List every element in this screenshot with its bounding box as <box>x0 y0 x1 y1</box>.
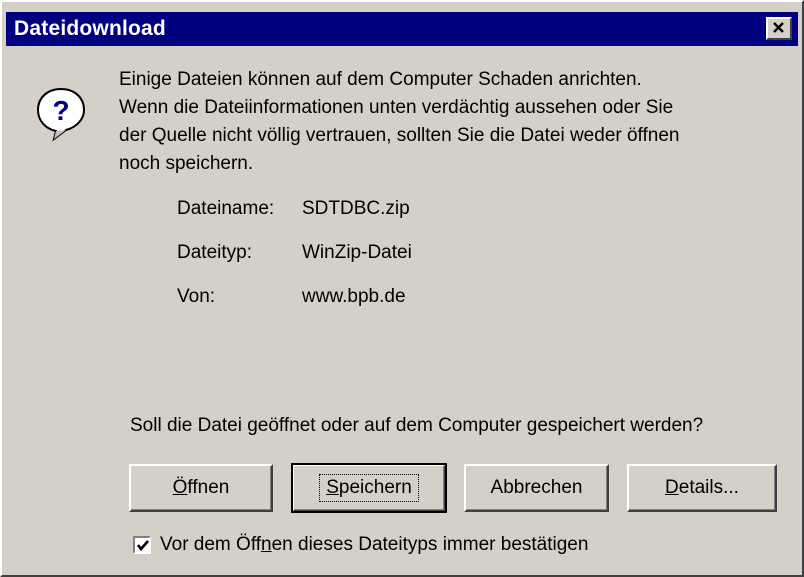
warning-line: Einige Dateien können auf dem Computer S… <box>119 69 642 90</box>
cancel-button-label: Abbrechen <box>490 477 583 498</box>
save-button-label: Speichern <box>319 474 419 502</box>
filetype-label: Dateityp: <box>177 242 252 263</box>
always-confirm-label: Vor dem Öffnen dieses Dateityps immer be… <box>160 534 589 555</box>
always-confirm-checkbox[interactable] <box>133 536 151 554</box>
warning-line: noch speichern. <box>119 153 254 174</box>
warning-message: Einige Dateien können auf dem Computer S… <box>119 66 779 178</box>
details-button[interactable]: Details... <box>627 464 777 512</box>
close-icon <box>773 22 784 33</box>
file-download-dialog: Dateidownload ? Einige Dateien können au… <box>0 0 804 577</box>
title-bar[interactable]: Dateidownload <box>6 12 798 46</box>
filename-label: Dateiname: <box>177 198 275 219</box>
download-question: Soll die Datei geöffnet oder auf dem Com… <box>130 415 704 436</box>
filetype-value: WinZip-Datei <box>302 242 412 263</box>
checkmark-icon <box>136 540 149 552</box>
warning-line: Wenn die Dateiinformationen unten verdäc… <box>119 97 674 118</box>
close-button[interactable] <box>766 17 792 40</box>
cancel-button[interactable]: Abbrechen <box>464 464 609 512</box>
open-button[interactable]: Öffnen <box>129 464 273 512</box>
help-question-icon: ? <box>36 87 86 142</box>
source-value: www.bpb.de <box>302 286 406 307</box>
open-button-label: Öffnen <box>172 477 230 498</box>
window-title: Dateidownload <box>14 17 166 40</box>
save-button[interactable]: Speichern <box>291 463 447 513</box>
source-label: Von: <box>177 286 216 307</box>
filename-value: SDTDBC.zip <box>302 198 410 219</box>
always-confirm-option[interactable]: Vor dem Öffnen dieses Dateityps immer be… <box>133 534 588 556</box>
warning-line: der Quelle nicht völlig vertrauen, sollt… <box>119 125 680 146</box>
details-button-label: Details... <box>665 477 739 498</box>
svg-text:?: ? <box>52 95 69 126</box>
